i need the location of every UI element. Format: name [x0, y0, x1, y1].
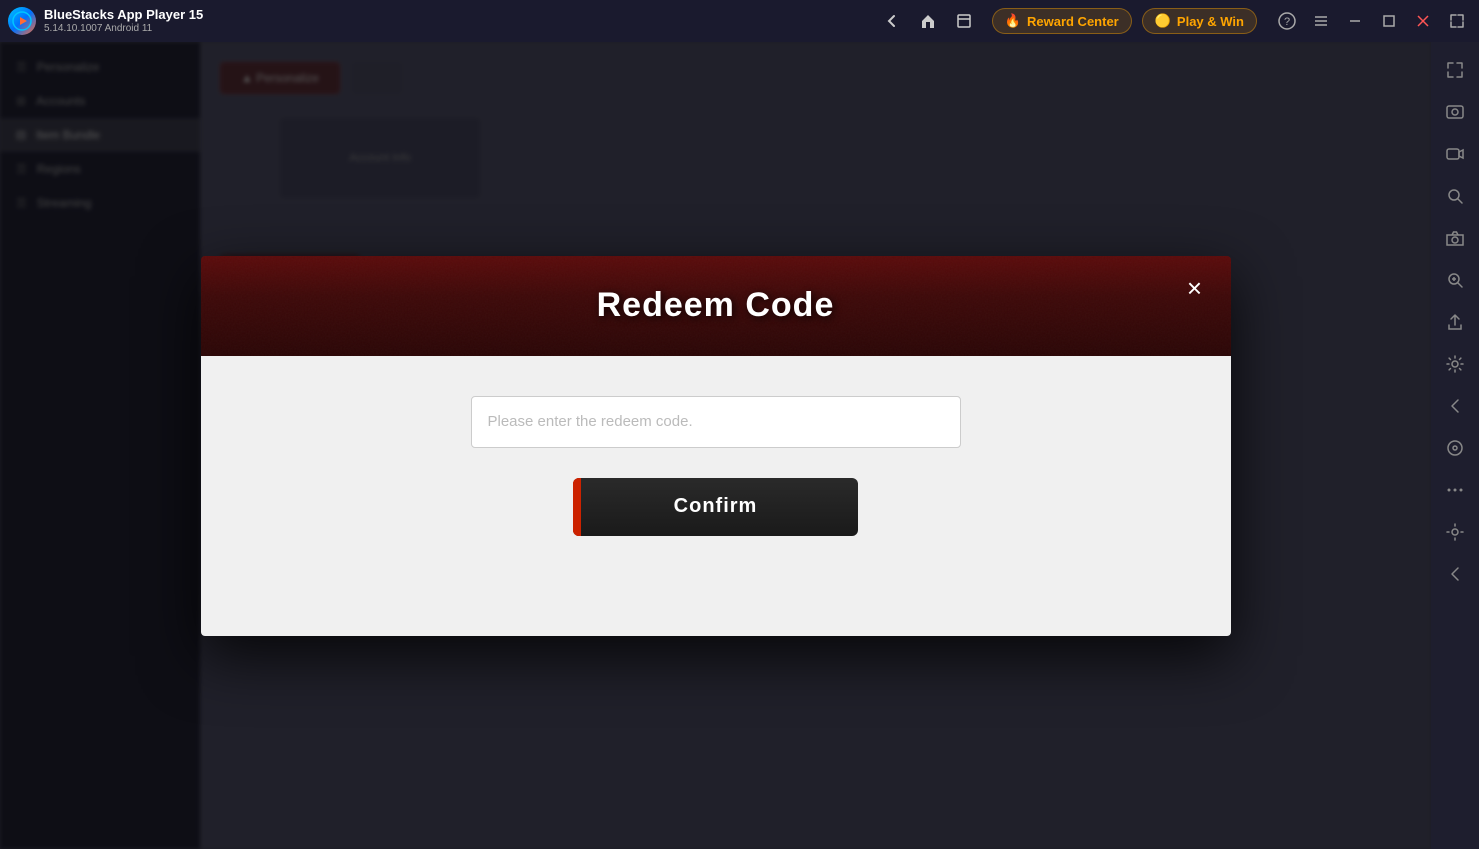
dialog-header: Redeem Code ×	[201, 256, 1231, 356]
window-controls: ?	[1273, 7, 1471, 35]
right-sidebar	[1431, 42, 1479, 849]
svg-text:?: ?	[1284, 16, 1290, 28]
sidebar-search-icon[interactable]	[1435, 176, 1475, 216]
layers-button[interactable]	[952, 9, 976, 33]
dialog-title: Redeem Code	[597, 286, 835, 325]
sidebar-collapse-icon[interactable]	[1435, 554, 1475, 594]
sidebar-share-icon[interactable]	[1435, 302, 1475, 342]
help-button[interactable]: ?	[1273, 7, 1301, 35]
back-button[interactable]	[880, 9, 904, 33]
sidebar-record-icon[interactable]	[1435, 134, 1475, 174]
reward-center-label: Reward Center	[1027, 14, 1119, 29]
app-name: BlueStacks App Player 15	[44, 7, 880, 23]
title-bar: BlueStacks App Player 15 5.14.10.1007 An…	[0, 0, 1479, 42]
sidebar-settings-top-icon[interactable]	[1435, 344, 1475, 384]
maximize-button[interactable]	[1375, 7, 1403, 35]
sidebar-expand-icon[interactable]	[1435, 50, 1475, 90]
reward-fire-icon: 🔥	[1005, 13, 1021, 29]
sidebar-camera-icon[interactable]	[1435, 218, 1475, 258]
confirm-btn-red-bar	[573, 478, 581, 536]
dialog-close-button[interactable]: ×	[1177, 270, 1213, 306]
play-win-label: Play & Win	[1177, 14, 1244, 29]
redeem-code-input[interactable]	[471, 396, 961, 448]
sidebar-settings-bottom-icon[interactable]	[1435, 512, 1475, 552]
close-button[interactable]	[1409, 7, 1437, 35]
sidebar-zoom-icon[interactable]	[1435, 260, 1475, 300]
app-version: 5.14.10.1007 Android 11	[44, 23, 880, 35]
menu-button[interactable]	[1307, 7, 1335, 35]
main-content: ☰ Personalize ⊞ Accounts ⊟ Item Bundle ☰…	[0, 42, 1431, 849]
expand-button[interactable]	[1443, 7, 1471, 35]
dialog-body: Confirm	[201, 356, 1231, 636]
play-win-badge[interactable]: 🟡 Play & Win	[1142, 8, 1257, 34]
close-x-icon: ×	[1187, 275, 1202, 301]
sidebar-back-icon[interactable]	[1435, 386, 1475, 426]
reward-center-badge[interactable]: 🔥 Reward Center	[992, 8, 1132, 34]
play-win-coin-icon: 🟡	[1155, 13, 1171, 29]
app-logo	[8, 7, 36, 35]
minimize-button[interactable]	[1341, 7, 1369, 35]
app-title-block: BlueStacks App Player 15 5.14.10.1007 An…	[44, 7, 880, 35]
sidebar-screenshot-icon[interactable]	[1435, 92, 1475, 132]
sidebar-joystick-icon[interactable]	[1435, 428, 1475, 468]
confirm-button[interactable]: Confirm	[573, 478, 858, 536]
home-button[interactable]	[916, 9, 940, 33]
nav-buttons	[880, 9, 976, 33]
sidebar-more-icon[interactable]	[1435, 470, 1475, 510]
confirm-btn-label: Confirm	[674, 495, 758, 518]
redeem-dialog: Redeem Code × Confirm	[201, 256, 1231, 636]
